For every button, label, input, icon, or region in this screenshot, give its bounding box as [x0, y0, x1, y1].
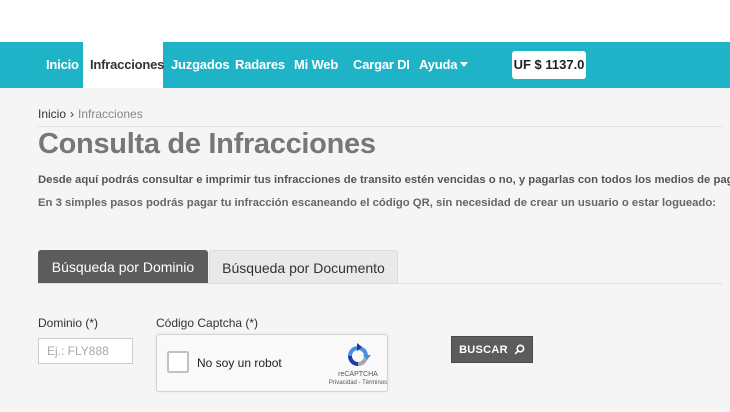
search-icon [514, 344, 525, 355]
breadcrumb: Inicio › Infracciones [38, 107, 143, 121]
nav-item-radares[interactable]: Radares [227, 42, 293, 88]
nav-item-infracciones[interactable]: Infracciones [83, 42, 164, 88]
recaptcha-checkbox[interactable] [167, 351, 189, 373]
tab-busqueda-documento[interactable]: Búsqueda por Documento [209, 250, 398, 284]
buscar-button-label: BUSCAR [459, 344, 508, 356]
captcha-label: Código Captcha (*) [156, 316, 259, 330]
breadcrumb-separator: › [70, 107, 75, 121]
page-title: Consulta de Infracciones [38, 128, 376, 160]
uf-badge: UF $ 1137.0 [512, 51, 586, 79]
recaptcha-logo-icon [348, 343, 371, 366]
breadcrumb-home[interactable]: Inicio [38, 107, 66, 121]
navbar: Inicio Infracciones Juzgados Radares Mi … [0, 42, 730, 88]
recaptcha-terms[interactable]: Privacidad - Términos [307, 380, 409, 386]
recaptcha-widget: No soy un robot reCAPTCHA Privacidad - T… [156, 334, 388, 392]
intro-text-1: Desde aquí podrás consultar e imprimir t… [38, 174, 730, 186]
nav-item-ayuda-label: Ayuda [419, 57, 458, 72]
nav-item-inicio[interactable]: Inicio [38, 42, 87, 88]
nav-item-mi-web[interactable]: Mi Web [286, 42, 346, 88]
tabs-divider [38, 283, 722, 284]
top-white-strip [0, 0, 730, 42]
breadcrumb-divider [38, 126, 722, 127]
tab-busqueda-dominio[interactable]: Búsqueda por Dominio [38, 250, 208, 284]
caret-down-icon [460, 62, 469, 68]
dominio-input[interactable] [38, 338, 133, 364]
buscar-button[interactable]: BUSCAR [451, 336, 533, 363]
dominio-label: Dominio (*) [38, 316, 99, 330]
recaptcha-text: No soy un robot [197, 356, 282, 370]
breadcrumb-current: Infracciones [78, 107, 143, 121]
intro-text-2: En 3 simples pasos podrás pagar tu infra… [38, 197, 716, 209]
nav-item-ayuda[interactable]: Ayuda [411, 42, 476, 88]
recaptcha-brand: reCAPTCHA [338, 371, 378, 378]
nav-item-cargar-di[interactable]: Cargar DI [345, 42, 418, 88]
